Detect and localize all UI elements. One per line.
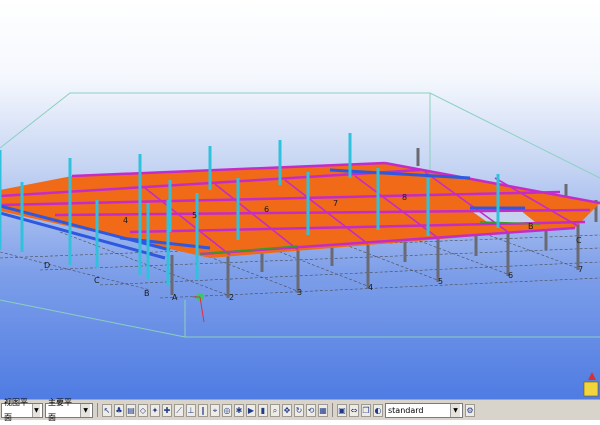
model-viewport[interactable]: 4 5 6 7 8 D C B A B C 2 3 4 5 6 7 bbox=[0, 0, 600, 399]
select-icon[interactable]: ↖ bbox=[102, 403, 112, 417]
grid-label-c-right: C bbox=[576, 236, 582, 245]
floor-slab bbox=[0, 161, 600, 260]
grid-label-5: 5 bbox=[192, 211, 197, 220]
grid-label-b: B bbox=[144, 289, 150, 298]
snap-any-icon[interactable]: ✱ bbox=[234, 403, 244, 417]
view-icon[interactable]: ◐ bbox=[373, 403, 383, 417]
part-icon[interactable]: ▣ bbox=[337, 403, 347, 417]
copy-icon[interactable]: ❐ bbox=[361, 403, 371, 417]
pan-icon[interactable]: ✥ bbox=[282, 403, 292, 417]
work-plane-value: 主要平面 bbox=[48, 398, 72, 422]
snap-node-icon[interactable]: ✚ bbox=[162, 403, 172, 417]
play-icon[interactable]: ▶ bbox=[246, 403, 256, 417]
axis-label-6: 6 bbox=[508, 271, 513, 280]
grid-label-6: 6 bbox=[264, 205, 269, 214]
toolbar-separator bbox=[332, 403, 333, 417]
origin-axes-icon bbox=[193, 293, 205, 323]
filter-value: standard bbox=[388, 405, 424, 415]
grid-label-b-right: B bbox=[528, 222, 534, 231]
snap-mid-icon[interactable]: ✦ bbox=[150, 403, 160, 417]
chevron-down-icon: ▼ bbox=[450, 403, 460, 417]
snap-geom-icon[interactable]: ◎ bbox=[222, 403, 232, 417]
measure-icon[interactable]: ⇔ bbox=[349, 403, 359, 417]
rotate-icon[interactable]: ↻ bbox=[294, 403, 304, 417]
snap-end-icon[interactable]: ◇ bbox=[138, 403, 148, 417]
view-plane-select[interactable]: 视图平面 ▼ bbox=[1, 398, 43, 422]
grid-icon[interactable]: ▦ bbox=[318, 403, 328, 417]
tree-icon[interactable]: ♣ bbox=[114, 403, 124, 417]
grid-label-8: 8 bbox=[402, 193, 407, 202]
view-axis-icon bbox=[583, 372, 599, 397]
chevron-down-icon: ▼ bbox=[80, 403, 90, 417]
pause-icon[interactable]: ▮ bbox=[258, 403, 268, 417]
layer-icon[interactable]: ▤ bbox=[126, 403, 136, 417]
settings-icon[interactable]: ⚙ bbox=[465, 403, 475, 417]
orbit-icon[interactable]: ⟲ bbox=[306, 403, 316, 417]
bottom-toolbar: 视图平面 ▼ 主要平面 ▼ ↖ ♣ ▤ ◇ ✦ ✚ ⟋ ⊥ ∥ ⌖ ◎ ✱ ▶ … bbox=[0, 398, 600, 422]
work-plane-select[interactable]: 主要平面 ▼ bbox=[45, 398, 93, 422]
axis-label-4: 4 bbox=[368, 283, 373, 292]
snap-ref-icon[interactable]: ⌖ bbox=[210, 403, 220, 417]
axis-label-2: 2 bbox=[229, 293, 234, 302]
axis-label-3: 3 bbox=[297, 288, 302, 297]
chevron-down-icon: ▼ bbox=[31, 403, 40, 417]
snap-ext-icon[interactable]: ∥ bbox=[198, 403, 208, 417]
snap-perp-icon[interactable]: ⊥ bbox=[186, 403, 196, 417]
zoom-icon[interactable]: ⌕ bbox=[270, 403, 280, 417]
snap-line-icon[interactable]: ⟋ bbox=[174, 403, 184, 417]
axis-label-7: 7 bbox=[578, 265, 583, 274]
view-plane-value: 视图平面 bbox=[4, 398, 28, 422]
filter-select[interactable]: standard ▼ bbox=[385, 402, 463, 418]
axis-label-5: 5 bbox=[438, 277, 443, 286]
structure-3d-model[interactable]: 4 5 6 7 8 D C B A B C 2 3 4 5 6 7 bbox=[0, 0, 600, 399]
grid-label-a: A bbox=[172, 293, 178, 302]
grid-label-d: D bbox=[44, 261, 50, 270]
grid-label-4: 4 bbox=[123, 216, 128, 225]
grid-label-7: 7 bbox=[333, 199, 338, 208]
grid-label-c: C bbox=[94, 276, 100, 285]
toolbar-separator bbox=[97, 403, 98, 417]
